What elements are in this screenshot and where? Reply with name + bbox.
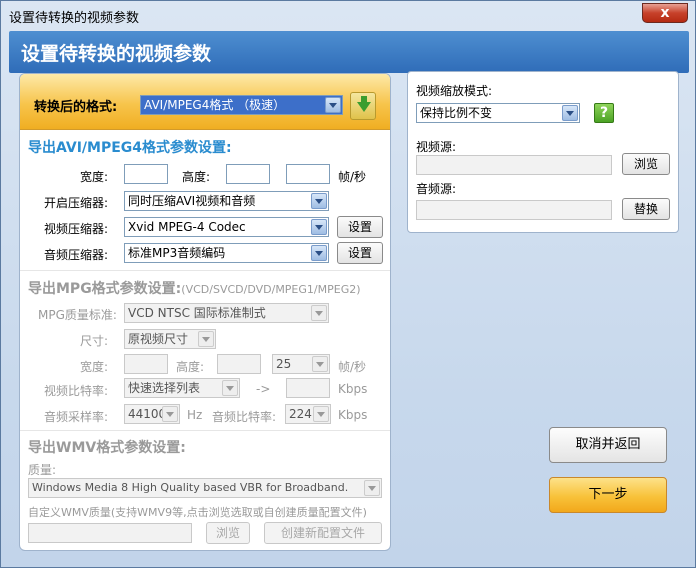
wmv-quality-select-value: Windows Media 8 High Quality based VBR f… — [32, 481, 349, 494]
video-bitrate-select-value: 快速选择列表 — [128, 381, 201, 395]
audio-bitrate-select[interactable]: 224 — [285, 404, 331, 424]
mpg-fps-select[interactable]: 25 — [272, 354, 330, 374]
chevron-down-icon[interactable] — [312, 356, 328, 372]
chevron-down-icon[interactable] — [311, 245, 327, 261]
chevron-down-icon[interactable] — [222, 380, 238, 396]
mpg-height-input[interactable] — [217, 354, 261, 374]
format-label: 转换后的格式: — [34, 100, 118, 115]
scale-mode-label: 视频缩放模式: — [416, 84, 493, 98]
cancel-button[interactable]: 取消并返回 — [549, 427, 667, 463]
format-select-value: AVI/MPEG4格式 （极速） — [144, 98, 286, 112]
avi-section-title: 导出AVI/MPEG4格式参数设置: — [28, 140, 232, 156]
video-bitrate-unit: Kbps — [338, 382, 368, 396]
wmv-browse-button[interactable]: 浏览 — [206, 522, 250, 544]
audio-compressor-select-value: 标准MP3音频编码 — [128, 246, 226, 260]
video-bitrate-label: 视频比特率: — [44, 384, 109, 398]
audio-source-label: 音频源: — [416, 182, 457, 196]
mpg-width-label: 宽度: — [80, 360, 109, 374]
avi-fps-input[interactable] — [286, 164, 330, 184]
window-title: 设置待转换的视频参数 — [9, 11, 140, 26]
sample-rate-unit: Hz — [187, 408, 203, 422]
video-compressor-select-value: Xvid MPEG-4 Codec — [128, 220, 246, 234]
wmv-custom-input[interactable] — [28, 523, 192, 543]
sample-rate-select-value: 44100 — [128, 407, 167, 421]
video-bitrate-select[interactable]: 快速选择列表 — [124, 378, 240, 398]
mpg-fps-select-value: 25 — [276, 357, 292, 371]
mpg-size-select[interactable]: 原视频尺寸 — [124, 329, 216, 349]
next-button[interactable]: 下一步 — [549, 477, 667, 513]
video-compressor-select[interactable]: Xvid MPEG-4 Codec — [124, 217, 329, 237]
wmv-create-config-button[interactable]: 创建新配置文件 — [264, 522, 382, 544]
audio-bitrate-unit: Kbps — [338, 408, 368, 422]
mpg-quality-select[interactable]: VCD NTSC 国际标准制式 — [124, 303, 329, 323]
arrow-label: -> — [256, 382, 271, 396]
wmv-quality-label: 质量: — [28, 463, 57, 477]
wmv-section-title: 导出WMV格式参数设置: — [28, 440, 186, 456]
audio-compressor-label: 音频压缩器: — [44, 248, 109, 262]
mpg-size-label: 尺寸: — [80, 334, 109, 348]
chevron-down-icon[interactable] — [562, 105, 578, 121]
mpg-section-title: 导出MPG格式参数设置:(VCD/SVCD/DVD/MPEG1/MPEG2) — [28, 278, 361, 298]
video-compressor-settings-button[interactable]: 设置 — [337, 216, 383, 238]
sample-rate-label: 音频采样率: — [44, 410, 109, 424]
wmv-quality-select[interactable]: Windows Media 8 High Quality based VBR f… — [28, 478, 382, 498]
chevron-down-icon[interactable] — [311, 305, 327, 321]
mpg-quality-label: MPG质量标准: — [38, 308, 117, 322]
chevron-down-icon[interactable] — [162, 406, 178, 422]
avi-height-input[interactable] — [226, 164, 270, 184]
source-panel: 视频缩放模式: 保持比例不变 ? 视频源: 浏览 音频源: 替换 — [407, 71, 679, 233]
wmv-custom-label: 自定义WMV质量(支持WMV9等,点击浏览选取或自创建质量配置文件) — [28, 506, 367, 519]
video-compressor-label: 视频压缩器: — [44, 222, 109, 236]
audio-compressor-select[interactable]: 标准MP3音频编码 — [124, 243, 329, 263]
audio-compressor-settings-button[interactable]: 设置 — [337, 242, 383, 264]
download-arrow-icon[interactable] — [350, 92, 376, 120]
scale-mode-select-value: 保持比例不变 — [420, 106, 493, 120]
mpg-width-input[interactable] — [124, 354, 168, 374]
title-bar[interactable]: 设置待转换的视频参数 x — [1, 1, 695, 31]
mpg-fps-label: 帧/秒 — [338, 360, 367, 374]
avi-width-input[interactable] — [124, 164, 168, 184]
compressor-select[interactable]: 同时压缩AVI视频和音频 — [124, 191, 329, 211]
header-banner: 设置待转换的视频参数 — [9, 31, 689, 73]
video-source-label: 视频源: — [416, 140, 457, 154]
mpg-height-label: 高度: — [176, 360, 205, 374]
divider — [20, 430, 390, 431]
compressor-label: 开启压缩器: — [44, 196, 109, 210]
chevron-down-icon[interactable] — [198, 331, 214, 347]
audio-bitrate-select-value: 224 — [289, 407, 312, 421]
chevron-down-icon[interactable] — [313, 406, 329, 422]
audio-bitrate-label: 音频比特率: — [212, 410, 277, 424]
mpg-quality-select-value: VCD NTSC 国际标准制式 — [128, 306, 266, 320]
mpg-size-select-value: 原视频尺寸 — [128, 332, 189, 346]
chevron-down-icon[interactable] — [325, 97, 341, 113]
avi-width-label: 宽度: — [80, 170, 109, 184]
close-button[interactable]: x — [642, 3, 688, 23]
format-settings-panel: 转换后的格式: AVI/MPEG4格式 （极速） 导出AVI/MPEG4格式参数… — [19, 73, 391, 551]
audio-source-input[interactable] — [416, 200, 612, 220]
format-bar: 转换后的格式: AVI/MPEG4格式 （极速） — [20, 74, 390, 130]
scale-mode-select[interactable]: 保持比例不变 — [416, 103, 580, 123]
avi-fps-label: 帧/秒 — [338, 170, 367, 184]
chevron-down-icon[interactable] — [311, 219, 327, 235]
video-source-input[interactable] — [416, 155, 612, 175]
dialog-window: 设置待转换的视频参数 x 设置待转换的视频参数 转换后的格式: AVI/MPEG… — [0, 0, 696, 568]
mpg-section-title-text: 导出MPG格式参数设置: — [28, 281, 182, 297]
help-icon[interactable]: ? — [594, 103, 614, 123]
sample-rate-select[interactable]: 44100 — [124, 404, 180, 424]
audio-source-replace-button[interactable]: 替换 — [622, 198, 670, 220]
video-bitrate-input[interactable] — [286, 378, 330, 398]
format-select[interactable]: AVI/MPEG4格式 （极速） — [140, 95, 343, 115]
mpg-section-subtitle: (VCD/SVCD/DVD/MPEG1/MPEG2) — [181, 283, 361, 296]
page-title: 设置待转换的视频参数 — [21, 43, 212, 65]
chevron-down-icon[interactable] — [311, 193, 327, 209]
avi-height-label: 高度: — [182, 170, 211, 184]
video-source-browse-button[interactable]: 浏览 — [622, 153, 670, 175]
divider — [20, 270, 390, 271]
chevron-down-icon[interactable] — [364, 480, 380, 496]
compressor-select-value: 同时压缩AVI视频和音频 — [128, 194, 256, 208]
